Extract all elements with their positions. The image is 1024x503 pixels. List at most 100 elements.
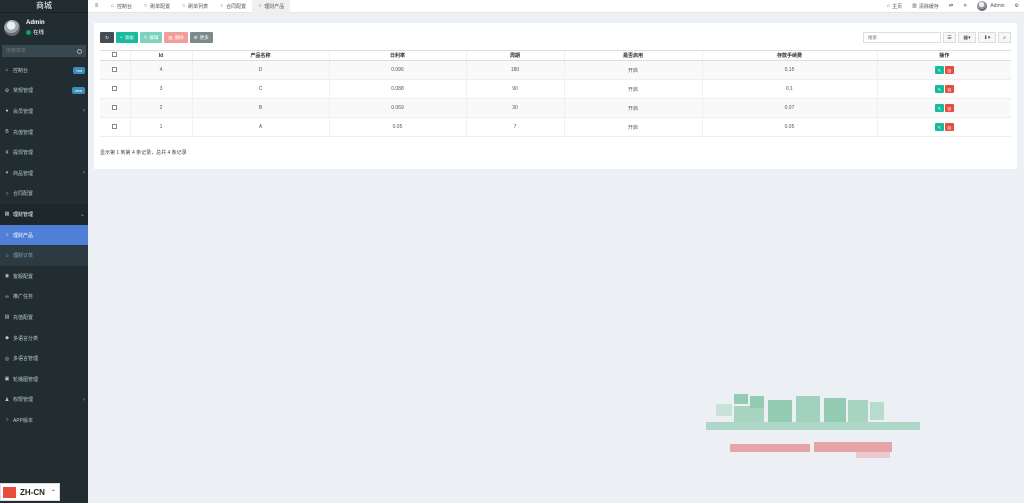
flag-icon (3, 486, 16, 498)
circle-icon: ○ (5, 232, 9, 239)
col-period[interactable]: 周期 (465, 50, 564, 61)
cart-icon: ▾ (5, 170, 9, 177)
cell-fee: 0.15 (701, 60, 877, 80)
edit-label: 编辑 (149, 34, 159, 40)
row-edit-button[interactable]: ✎ (934, 66, 944, 74)
cell-enabled: 开启 (563, 98, 702, 118)
language-switcher[interactable]: ZH-CN ⌃ (0, 483, 60, 501)
sidebar-item-9[interactable]: ○ 理财订单 (0, 245, 88, 266)
sidebar-item-label: 控制台 (13, 67, 29, 74)
brand-logo[interactable]: 商城 (0, 0, 88, 13)
pencil-icon: ✎ (937, 86, 941, 92)
sidebar-item-14[interactable]: ◎ 多语言管理 (0, 348, 88, 369)
sidebar-item-2[interactable]: ● 会员管理 ‹ (0, 101, 88, 122)
trash-icon: ▥ (947, 105, 952, 111)
cell-enabled: 开启 (563, 117, 702, 137)
sidebar-item-11[interactable]: ∞ 推广任务 (0, 287, 88, 308)
home-link[interactable]: ⌂ 主页 (882, 3, 907, 10)
col-fee[interactable]: 存款手续费 (701, 50, 877, 61)
select-all-checkbox[interactable] (112, 52, 118, 57)
cell-rate: 0.069 (328, 98, 466, 118)
search-icon: ⌕ (1003, 34, 1006, 41)
row-checkbox[interactable] (112, 66, 118, 72)
cell-id: 2 (129, 98, 192, 118)
sidebar-item-4[interactable]: ¥ 提现管理 (0, 142, 88, 163)
sidebar-item-6[interactable]: ○ 合同配置 (0, 184, 88, 205)
sidebar-item-13[interactable]: ◆ 多语言分类 (0, 328, 88, 349)
delete-button[interactable]: ▥ 删除 (164, 32, 188, 43)
plus-icon: + (120, 35, 123, 40)
cell-period: 90 (465, 79, 564, 99)
row-checkbox[interactable] (112, 104, 118, 110)
clear-cache-button[interactable]: ▥ 清除缓存 (907, 3, 944, 10)
sidebar-item-3[interactable]: B 充值管理 (0, 122, 88, 143)
tab-label: 合同配置 (226, 3, 247, 10)
sidebar-item-15[interactable]: ▣ 轮播图管理 (0, 369, 88, 390)
sidebar-item-16[interactable]: ♟ 权限管理 ‹ (0, 390, 88, 411)
edit-button[interactable]: ✎ 编辑 (139, 32, 163, 43)
sidebar-item-12[interactable]: ▤ 充值配置 (0, 307, 88, 328)
hamburger-icon[interactable]: ≡ (88, 3, 105, 9)
add-label: 添加 (124, 34, 134, 40)
refresh-button[interactable]: ↻ (100, 32, 114, 43)
cell-enabled: 开启 (563, 60, 702, 80)
columns-dropdown[interactable]: ▦▾ (958, 32, 976, 43)
export-icon: ⬇▾ (983, 34, 991, 41)
table-row[interactable]: 3 C 0.088 90 开启 0.1 ✎ ▥ (100, 79, 1011, 99)
table-search-input[interactable] (863, 32, 941, 43)
tab-4[interactable]: ○ 理财产品 (252, 0, 291, 13)
language-toggle-icon[interactable]: ⇄ (944, 3, 958, 9)
col-rate[interactable]: 日利率 (328, 50, 466, 61)
advanced-search-button[interactable]: ⌕ (998, 32, 1011, 43)
sidebar-badge: new (71, 87, 85, 95)
list-icon: ☰ (947, 34, 952, 41)
cell-actions: ✎ ▥ (876, 79, 1011, 99)
tab-3[interactable]: ○ 合同配置 (214, 0, 252, 13)
row-delete-button[interactable]: ▥ (944, 85, 954, 93)
sidebar-item-7[interactable]: ▦ 理财管理 ⌄ (0, 204, 88, 225)
chevron-icon: ‹ (83, 108, 85, 115)
admin-menu[interactable]: Admin (972, 1, 1009, 11)
trash-icon: ▥ (168, 34, 173, 40)
col-name[interactable]: 产品名称 (191, 50, 329, 61)
tab-label: 刷单配置 (150, 3, 171, 10)
more-button[interactable]: ⚙ 更多 (189, 32, 213, 43)
fullscreen-icon[interactable]: ✕ (958, 3, 972, 9)
sidebar-item-1[interactable]: ⚙ 常规管理 new (0, 81, 88, 102)
sidebar: 商城 Admin 在线 ⌂ 控制台 hot ⚙常规管理 new ● 会员管理 ‹ B 充值管理 ¥ 提… (0, 0, 88, 503)
table-row[interactable]: 2 B 0.069 30 开启 0.07 ✎ ▥ (100, 98, 1011, 118)
sidebar-search-input[interactable] (6, 48, 66, 54)
row-delete-button[interactable]: ▥ (944, 123, 954, 131)
cog-icon: ⚙ (193, 34, 198, 40)
table-row[interactable]: 4 D 0.096 180 开启 0.15 ✎ ▥ (100, 60, 1011, 80)
sidebar-item-17[interactable]: ○ APP版本 (0, 410, 88, 431)
cell-actions: ✎ ▥ (876, 98, 1011, 118)
tab-1[interactable]: ○ 刷单配置 (138, 0, 176, 13)
tab-0[interactable]: ⌂ 控制台 (105, 0, 138, 13)
col-id[interactable]: Id (129, 50, 192, 61)
row-delete-button[interactable]: ▥ (944, 66, 954, 74)
pencil-icon: ✎ (937, 105, 941, 111)
settings-icon[interactable]: ⚙ (1010, 3, 1024, 9)
tab-2[interactable]: ○ 刷单列表 (176, 0, 214, 13)
add-button[interactable]: + 添加 (116, 32, 138, 43)
select-all-cell (100, 50, 130, 61)
export-dropdown[interactable]: ⬇▾ (978, 32, 996, 43)
row-delete-button[interactable]: ▥ (944, 104, 954, 112)
row-checkbox[interactable] (112, 85, 118, 91)
sidebar-item-10[interactable]: ◉ 客服配置 (0, 266, 88, 287)
cell-period: 180 (465, 60, 564, 80)
circle-icon: ○ (182, 3, 186, 9)
row-edit-button[interactable]: ✎ (934, 123, 944, 131)
sidebar-item-8[interactable]: ○ 理财产品 (0, 224, 88, 246)
sidebar-item-5[interactable]: ▾ 商品管理 ‹ (0, 163, 88, 184)
toggle-view-button[interactable]: ☰ (943, 32, 956, 43)
row-edit-button[interactable]: ✎ (934, 85, 944, 93)
col-enabled[interactable]: 是否启用 (563, 50, 702, 61)
row-edit-button[interactable]: ✎ (934, 104, 944, 112)
sidebar-item-label: 合同配置 (13, 191, 34, 198)
sidebar-item-0[interactable]: ⌂ 控制台 hot (0, 60, 88, 81)
row-checkbox[interactable] (112, 123, 118, 129)
table-row[interactable]: 1 A 0.05 7 开启 0.05 ✎ ▥ (100, 117, 1011, 137)
search-icon[interactable] (77, 48, 82, 54)
